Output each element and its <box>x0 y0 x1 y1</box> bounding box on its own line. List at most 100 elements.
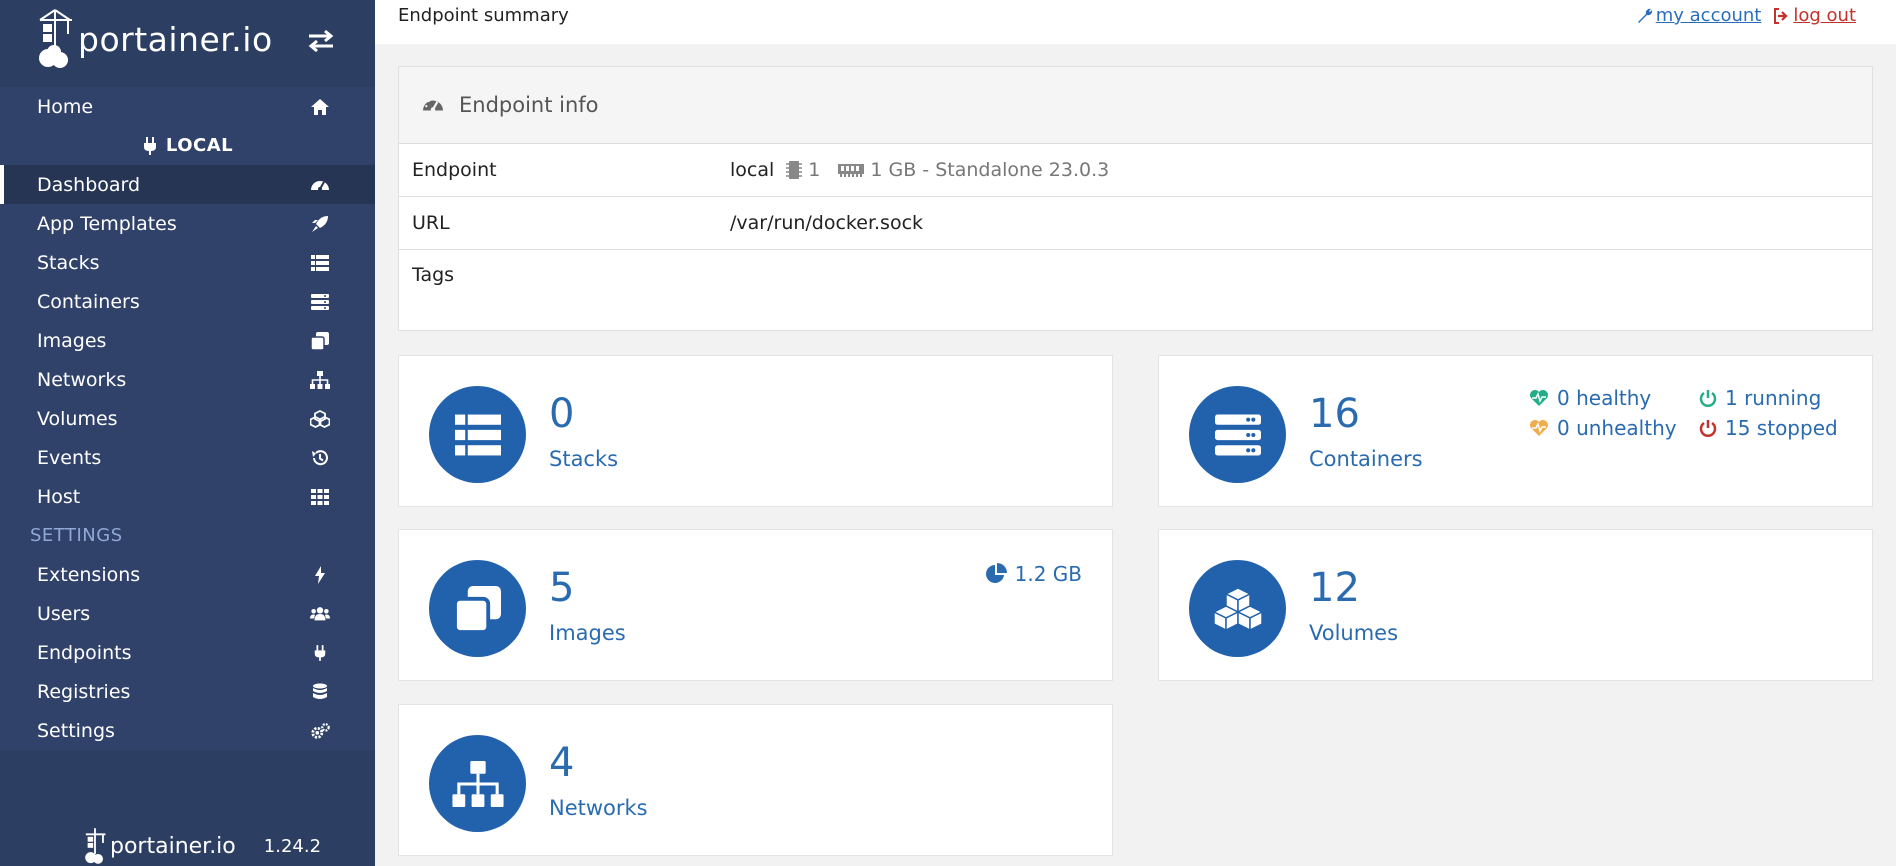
log-out-label: log out <box>1793 5 1856 26</box>
networks-label: Networks <box>549 796 648 820</box>
sidebar-item-containers[interactable]: Containers <box>0 282 375 321</box>
sidebar-item-dashboard[interactable]: Dashboard <box>0 165 375 204</box>
cpu-count: 1 <box>808 159 821 181</box>
memory-details: 1 GB - Standalone 23.0.3 <box>870 159 1110 181</box>
th-list-icon <box>310 253 330 273</box>
images-tile-icon-circle <box>429 560 526 657</box>
sidebar-item-endpoints[interactable]: Endpoints <box>0 633 375 672</box>
images-tile[interactable]: 5 Images 1.2 GB <box>398 529 1113 681</box>
sidebar-item-label: Volumes <box>37 407 118 430</box>
top-bar: Endpoint summary my account log out <box>375 0 1896 44</box>
memory-icon <box>838 164 865 177</box>
sidebar-item-label: Events <box>37 446 102 469</box>
sidebar-item-label: Registries <box>37 680 131 703</box>
healthy-stat: 0 healthy <box>1529 386 1699 410</box>
images-count: 5 <box>549 565 575 611</box>
power-off-icon <box>1699 390 1717 407</box>
portainer-logo-icon <box>39 9 72 68</box>
container-status-grid: 0 healthy 1 running 0 unhealthy 15 stopp… <box>1529 386 1849 440</box>
sidebar-item-volumes[interactable]: Volumes <box>0 399 375 438</box>
page-title: Endpoint summary <box>398 5 569 26</box>
sidebar-item-home[interactable]: Home <box>0 87 375 126</box>
users-icon <box>310 604 330 624</box>
url-value: /var/run/docker.sock <box>730 212 924 234</box>
bolt-icon <box>310 565 330 585</box>
pie-chart-icon <box>985 563 1007 583</box>
brand-name: portainer.io <box>78 19 273 59</box>
unhealthy-count: 0 unhealthy <box>1557 416 1677 440</box>
sidebar-item-host[interactable]: Host <box>0 477 375 516</box>
endpoint-info-widget: Endpoint info Endpoint local 1 1 GB - St… <box>398 66 1873 331</box>
sidebar-item-stacks[interactable]: Stacks <box>0 243 375 282</box>
sidebar-item-label: Dashboard <box>37 173 141 196</box>
sidebar-item-networks[interactable]: Networks <box>0 360 375 399</box>
endpoint-info-title: Endpoint info <box>459 93 599 117</box>
tachometer-icon <box>421 95 445 115</box>
sidebar-item-registries[interactable]: Registries <box>0 672 375 711</box>
version-label: 1.24.2 <box>263 835 322 857</box>
volumes-tile-icon-circle <box>1189 560 1286 657</box>
database-icon <box>310 682 330 702</box>
sidebar-item-extensions[interactable]: Extensions <box>0 555 375 594</box>
unhealthy-stat: 0 unhealthy <box>1529 416 1699 440</box>
wrench-icon <box>1637 8 1652 23</box>
sidebar-item-label: Stacks <box>37 251 100 274</box>
toggle-sidebar-icon[interactable] <box>307 29 335 56</box>
brand-logo[interactable]: portainer.io <box>36 8 273 70</box>
running-count: 1 running <box>1725 386 1822 410</box>
sidebar-item-label: Home <box>37 95 94 118</box>
tags-label: Tags <box>412 264 455 286</box>
tags-row: Tags <box>399 250 1872 330</box>
sidebar-item-label: Images <box>37 329 107 352</box>
log-out-link[interactable]: log out <box>1773 5 1856 26</box>
sidebar-item-label: Extensions <box>37 563 141 586</box>
containers-tile[interactable]: 16 Containers 0 healthy 1 running 0 unhe… <box>1158 355 1873 507</box>
sidebar-item-label: Users <box>37 602 91 625</box>
networks-tile-icon-circle <box>429 735 526 832</box>
sidebar-item-label: Host <box>37 485 81 508</box>
power-off-icon <box>1699 420 1717 437</box>
sidebar-item-events[interactable]: Events <box>0 438 375 477</box>
endpoint-name: LOCAL <box>0 126 375 165</box>
plug-icon <box>143 136 156 155</box>
footer-brand: portainer.io <box>110 833 236 859</box>
heartbeat-icon <box>1530 420 1548 436</box>
my-account-link[interactable]: my account <box>1637 5 1762 26</box>
stacks-tile[interactable]: 0 Stacks <box>398 355 1113 507</box>
sitemap-icon <box>310 370 330 390</box>
microchip-icon <box>786 161 803 179</box>
server-icon <box>310 292 330 312</box>
sidebar-item-label: Containers <box>37 290 140 313</box>
stacks-label: Stacks <box>549 447 619 471</box>
volumes-tile[interactable]: 12 Volumes <box>1158 529 1873 681</box>
networks-tile[interactable]: 4 Networks <box>398 704 1113 856</box>
images-size-value: 1.2 GB <box>1014 562 1082 586</box>
cogs-icon <box>310 721 330 741</box>
sidebar-item-label: Settings <box>37 719 115 742</box>
sidebar-item-app-templates[interactable]: App Templates <box>0 204 375 243</box>
stacks-count: 0 <box>549 391 575 437</box>
sidebar-footer: portainer.io 1.24.2 <box>82 826 321 866</box>
volumes-count: 12 <box>1309 565 1360 611</box>
sidebar-menu: Home LOCAL Dashboard App Templates Stack… <box>0 87 375 750</box>
containers-label: Containers <box>1309 447 1423 471</box>
endpoint-row: Endpoint local 1 1 GB - Standalone 23.0.… <box>399 144 1872 197</box>
clone-icon <box>310 331 330 351</box>
endpoint-label: Endpoint <box>412 159 497 181</box>
th-icon <box>310 487 330 507</box>
clone-icon <box>454 585 501 632</box>
volumes-label: Volumes <box>1309 621 1399 645</box>
sidebar-item-users[interactable]: Users <box>0 594 375 633</box>
th-list-icon <box>454 414 501 455</box>
sidebar-item-images[interactable]: Images <box>0 321 375 360</box>
endpoint-label: LOCAL <box>165 135 234 156</box>
plug-icon <box>310 643 330 663</box>
cubes-icon <box>1212 586 1263 631</box>
sidebar-item-label: App Templates <box>37 212 177 235</box>
sitemap-icon <box>451 760 504 807</box>
sidebar-item-settings[interactable]: Settings <box>0 711 375 750</box>
user-links: my account log out <box>1637 5 1856 26</box>
my-account-label: my account <box>1655 5 1762 26</box>
history-icon <box>310 448 330 468</box>
sidebar-item-label: Networks <box>37 368 127 391</box>
